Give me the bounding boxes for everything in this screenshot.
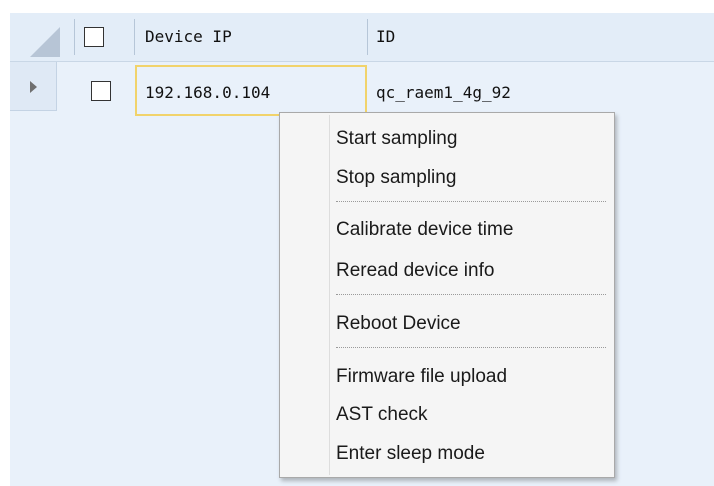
column-header-id[interactable]: ID xyxy=(376,27,395,47)
menu-separator xyxy=(336,294,606,295)
menu-item-enter-sleep-mode[interactable]: Enter sleep mode xyxy=(336,438,606,470)
cell-device-ip[interactable]: 192.168.0.104 xyxy=(145,83,270,103)
column-divider[interactable] xyxy=(74,19,75,55)
select-all-corner[interactable] xyxy=(10,13,74,61)
column-divider[interactable] xyxy=(367,19,368,55)
menu-item-reboot-device[interactable]: Reboot Device xyxy=(336,308,606,340)
menu-item-calibrate-device-time[interactable]: Calibrate device time xyxy=(336,214,606,246)
menu-separator xyxy=(336,347,606,348)
current-row-arrow-icon xyxy=(30,81,37,93)
menu-item-firmware-file-upload[interactable]: Firmware file upload xyxy=(336,361,606,393)
cell-device-id[interactable]: qc_raem1_4g_92 xyxy=(376,83,511,103)
menu-item-ast-check[interactable]: AST check xyxy=(336,399,606,431)
context-menu: Start sampling Stop sampling Calibrate d… xyxy=(279,112,615,478)
row-select-checkbox[interactable] xyxy=(91,81,111,101)
row-header[interactable] xyxy=(10,62,57,111)
corner-triangle-icon xyxy=(30,27,60,57)
header-select-all-checkbox[interactable] xyxy=(84,27,104,47)
menu-separator xyxy=(336,201,606,202)
table-row[interactable]: 192.168.0.104 qc_raem1_4g_92 xyxy=(10,62,714,116)
column-divider[interactable] xyxy=(134,19,135,55)
menu-item-reread-device-info[interactable]: Reread device info xyxy=(336,255,606,287)
grid-header-row: Device IP ID xyxy=(10,13,714,62)
menu-item-start-sampling[interactable]: Start sampling xyxy=(336,123,606,155)
column-header-device-ip[interactable]: Device IP xyxy=(145,27,232,47)
menu-icon-gutter xyxy=(329,115,330,475)
menu-item-stop-sampling[interactable]: Stop sampling xyxy=(336,162,606,194)
